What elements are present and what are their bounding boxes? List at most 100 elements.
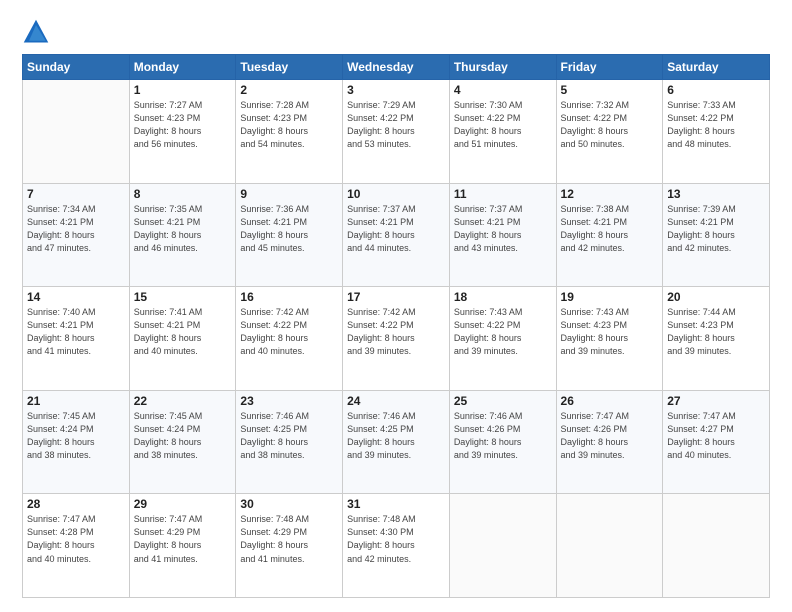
calendar-cell: 19 Sunrise: 7:43 AMSunset: 4:23 PMDayligh…: [556, 287, 663, 391]
day-number: 11: [454, 187, 552, 201]
day-info: Sunrise: 7:29 AMSunset: 4:22 PMDaylight:…: [347, 99, 445, 151]
day-number: 6: [667, 83, 765, 97]
day-number: 15: [134, 290, 232, 304]
day-info: Sunrise: 7:45 AMSunset: 4:24 PMDaylight:…: [134, 410, 232, 462]
header-row: SundayMondayTuesdayWednesdayThursdayFrid…: [23, 55, 770, 80]
day-number: 9: [240, 187, 338, 201]
calendar-week-row: 1Sunrise: 7:27 AMSunset: 4:23 PMDaylight…: [23, 80, 770, 184]
day-info: Sunrise: 7:33 AMSunset: 4:22 PMDaylight:…: [667, 99, 765, 151]
calendar-cell: 4 Sunrise: 7:30 AMSunset: 4:22 PMDaylight…: [449, 80, 556, 184]
calendar-cell: 23 Sunrise: 7:46 AMSunset: 4:25 PMDayligh…: [236, 390, 343, 494]
day-number: 14: [27, 290, 125, 304]
calendar-cell: 21Sunrise: 7:45 AMSunset: 4:24 PMDayligh…: [23, 390, 130, 494]
day-info: Sunrise: 7:36 AMSunset: 4:21 PMDaylight:…: [240, 203, 338, 255]
calendar-cell: 28 Sunrise: 7:47 AMSunset: 4:28 PMDayligh…: [23, 494, 130, 598]
day-number: 18: [454, 290, 552, 304]
calendar-cell: 10 Sunrise: 7:37 AMSunset: 4:21 PMDayligh…: [343, 183, 450, 287]
day-info: Sunrise: 7:43 AMSunset: 4:22 PMDaylight:…: [454, 306, 552, 358]
day-header-saturday: Saturday: [663, 55, 770, 80]
calendar-cell: [23, 80, 130, 184]
calendar-week-row: 14 Sunrise: 7:40 AMSunset: 4:21 PMDayligh…: [23, 287, 770, 391]
day-number: 3: [347, 83, 445, 97]
day-number: 20: [667, 290, 765, 304]
day-number: 8: [134, 187, 232, 201]
day-info: Sunrise: 7:46 AMSunset: 4:25 PMDaylight:…: [240, 410, 338, 462]
day-info: Sunrise: 7:44 AMSunset: 4:23 PMDaylight:…: [667, 306, 765, 358]
day-number: 13: [667, 187, 765, 201]
day-number: 29: [134, 497, 232, 511]
day-number: 30: [240, 497, 338, 511]
calendar-cell: 11 Sunrise: 7:37 AMSunset: 4:21 PMDayligh…: [449, 183, 556, 287]
day-info: Sunrise: 7:37 AMSunset: 4:21 PMDaylight:…: [347, 203, 445, 255]
day-info: Sunrise: 7:47 AMSunset: 4:26 PMDaylight:…: [561, 410, 659, 462]
calendar-cell: [663, 494, 770, 598]
day-number: 25: [454, 394, 552, 408]
day-header-monday: Monday: [129, 55, 236, 80]
day-info: Sunrise: 7:38 AMSunset: 4:21 PMDaylight:…: [561, 203, 659, 255]
calendar-body: 1Sunrise: 7:27 AMSunset: 4:23 PMDaylight…: [23, 80, 770, 598]
calendar-cell: 1Sunrise: 7:27 AMSunset: 4:23 PMDaylight…: [129, 80, 236, 184]
day-info: Sunrise: 7:30 AMSunset: 4:22 PMDaylight:…: [454, 99, 552, 151]
day-number: 24: [347, 394, 445, 408]
day-info: Sunrise: 7:32 AMSunset: 4:22 PMDaylight:…: [561, 99, 659, 151]
calendar-cell: 9 Sunrise: 7:36 AMSunset: 4:21 PMDaylight…: [236, 183, 343, 287]
day-number: 7: [27, 187, 125, 201]
calendar-cell: 22 Sunrise: 7:45 AMSunset: 4:24 PMDayligh…: [129, 390, 236, 494]
calendar-cell: 12 Sunrise: 7:38 AMSunset: 4:21 PMDayligh…: [556, 183, 663, 287]
day-number: 22: [134, 394, 232, 408]
day-info: Sunrise: 7:35 AMSunset: 4:21 PMDaylight:…: [134, 203, 232, 255]
calendar-cell: 3 Sunrise: 7:29 AMSunset: 4:22 PMDaylight…: [343, 80, 450, 184]
day-info: Sunrise: 7:34 AMSunset: 4:21 PMDaylight:…: [27, 203, 125, 255]
day-header-wednesday: Wednesday: [343, 55, 450, 80]
day-info: Sunrise: 7:48 AMSunset: 4:29 PMDaylight:…: [240, 513, 338, 565]
day-number: 31: [347, 497, 445, 511]
calendar-cell: 7 Sunrise: 7:34 AMSunset: 4:21 PMDaylight…: [23, 183, 130, 287]
day-number: 16: [240, 290, 338, 304]
day-info: Sunrise: 7:42 AMSunset: 4:22 PMDaylight:…: [240, 306, 338, 358]
day-info: Sunrise: 7:43 AMSunset: 4:23 PMDaylight:…: [561, 306, 659, 358]
calendar-cell: 30 Sunrise: 7:48 AMSunset: 4:29 PMDayligh…: [236, 494, 343, 598]
day-info: Sunrise: 7:37 AMSunset: 4:21 PMDaylight:…: [454, 203, 552, 255]
calendar-cell: 18 Sunrise: 7:43 AMSunset: 4:22 PMDayligh…: [449, 287, 556, 391]
calendar-cell: 13 Sunrise: 7:39 AMSunset: 4:21 PMDayligh…: [663, 183, 770, 287]
day-info: Sunrise: 7:28 AMSunset: 4:23 PMDaylight:…: [240, 99, 338, 151]
logo: [22, 18, 54, 46]
day-info: Sunrise: 7:46 AMSunset: 4:25 PMDaylight:…: [347, 410, 445, 462]
calendar-cell: 2 Sunrise: 7:28 AMSunset: 4:23 PMDaylight…: [236, 80, 343, 184]
calendar-cell: 20 Sunrise: 7:44 AMSunset: 4:23 PMDayligh…: [663, 287, 770, 391]
day-info: Sunrise: 7:40 AMSunset: 4:21 PMDaylight:…: [27, 306, 125, 358]
calendar-cell: 17 Sunrise: 7:42 AMSunset: 4:22 PMDayligh…: [343, 287, 450, 391]
calendar-week-row: 28 Sunrise: 7:47 AMSunset: 4:28 PMDayligh…: [23, 494, 770, 598]
day-number: 19: [561, 290, 659, 304]
day-header-thursday: Thursday: [449, 55, 556, 80]
day-info: Sunrise: 7:47 AMSunset: 4:27 PMDaylight:…: [667, 410, 765, 462]
day-info: Sunrise: 7:47 AMSunset: 4:28 PMDaylight:…: [27, 513, 125, 565]
day-number: 10: [347, 187, 445, 201]
calendar-cell: [449, 494, 556, 598]
day-number: 4: [454, 83, 552, 97]
calendar-week-row: 21Sunrise: 7:45 AMSunset: 4:24 PMDayligh…: [23, 390, 770, 494]
day-number: 12: [561, 187, 659, 201]
calendar-cell: 6 Sunrise: 7:33 AMSunset: 4:22 PMDaylight…: [663, 80, 770, 184]
day-header-tuesday: Tuesday: [236, 55, 343, 80]
day-number: 23: [240, 394, 338, 408]
day-info: Sunrise: 7:41 AMSunset: 4:21 PMDaylight:…: [134, 306, 232, 358]
calendar-cell: 16 Sunrise: 7:42 AMSunset: 4:22 PMDayligh…: [236, 287, 343, 391]
calendar-cell: 25 Sunrise: 7:46 AMSunset: 4:26 PMDayligh…: [449, 390, 556, 494]
calendar-cell: 24 Sunrise: 7:46 AMSunset: 4:25 PMDayligh…: [343, 390, 450, 494]
day-info: Sunrise: 7:46 AMSunset: 4:26 PMDaylight:…: [454, 410, 552, 462]
day-info: Sunrise: 7:47 AMSunset: 4:29 PMDaylight:…: [134, 513, 232, 565]
calendar-cell: 14 Sunrise: 7:40 AMSunset: 4:21 PMDayligh…: [23, 287, 130, 391]
day-number: 5: [561, 83, 659, 97]
day-number: 27: [667, 394, 765, 408]
day-number: 17: [347, 290, 445, 304]
day-info: Sunrise: 7:42 AMSunset: 4:22 PMDaylight:…: [347, 306, 445, 358]
calendar-cell: 31Sunrise: 7:48 AMSunset: 4:30 PMDayligh…: [343, 494, 450, 598]
calendar-cell: 29 Sunrise: 7:47 AMSunset: 4:29 PMDayligh…: [129, 494, 236, 598]
day-info: Sunrise: 7:45 AMSunset: 4:24 PMDaylight:…: [27, 410, 125, 462]
day-number: 2: [240, 83, 338, 97]
day-info: Sunrise: 7:39 AMSunset: 4:21 PMDaylight:…: [667, 203, 765, 255]
day-number: 26: [561, 394, 659, 408]
day-number: 28: [27, 497, 125, 511]
calendar-cell: 8 Sunrise: 7:35 AMSunset: 4:21 PMDaylight…: [129, 183, 236, 287]
